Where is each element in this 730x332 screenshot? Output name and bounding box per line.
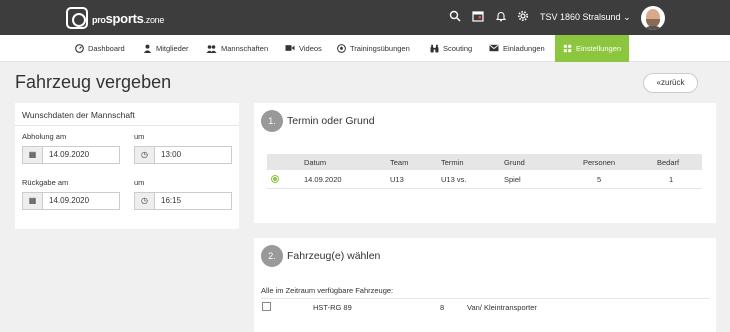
vehicle-type: Van/ Kleintransporter [467,303,537,312]
col-grund: Grund [504,158,525,167]
user-icon [143,44,152,53]
nav-label: Einladungen [503,44,545,53]
nav-item-scouting[interactable]: Scouting [430,35,472,62]
divider [15,125,239,126]
club-selector[interactable]: TSV 1860 Stralsund ⌄ [540,12,631,23]
col-termin: Termin [441,158,464,167]
step1-number: 1. [261,110,283,132]
users-icon [206,44,217,53]
return-time-field[interactable]: ◷ 16:15 [134,192,232,210]
appointment-radio[interactable] [271,175,279,183]
row-divider [261,298,709,299]
cell-personen: 5 [597,175,602,184]
nav-label: Scouting [443,44,473,53]
nav-item-mitglieder[interactable]: Mitglieder [143,35,189,62]
clock-icon: ◷ [135,193,155,209]
appointments-table-header [267,154,702,170]
envelope-icon [489,44,499,53]
nav-label: Einstellungen [576,44,622,53]
step1-title: Termin oder Grund [287,115,375,127]
return-date-label: Rückgabe am [22,178,69,187]
prosports-logo[interactable]: prosports.zone [66,7,164,29]
row-divider [267,188,702,189]
nav-label: Trainingsübungen [350,44,410,53]
logo-text: prosports.zone [92,10,165,26]
wishdates-title: Wunschdaten der Mannschaft [22,110,135,120]
nav-item-videos[interactable]: Videos [285,35,322,62]
col-personen: Personen [583,158,616,167]
available-vehicles-label: Alle im Zeitraum verfügbare Fahrzeuge: [261,286,394,295]
football-icon [337,44,346,53]
return-time-value: 16:15 [161,196,182,205]
wishdates-panel: Wunschdaten der Mannschaft Abholung am u… [15,103,239,229]
nav-item-trainingsuebungen[interactable]: Trainingsübungen [337,35,410,62]
bell-icon[interactable] [494,10,508,24]
avatar[interactable] [641,6,665,30]
vehicle-seats: 8 [440,303,445,312]
nav-label: Mitglieder [156,44,189,53]
binoculars-icon [430,44,439,53]
col-datum: Datum [304,158,327,167]
pickup-time-value: 13:00 [161,150,182,159]
step2-number: 2. [261,245,283,267]
calendar-icon: ▦ [23,193,43,209]
nav-item-einladungen[interactable]: Einladungen [489,35,545,62]
search-icon[interactable] [448,10,462,24]
back-button-label: zurück [660,78,685,87]
col-team: Team [390,158,409,167]
col-bedarf: Bedarf [657,158,680,167]
pickup-time-field[interactable]: ◷ 13:00 [134,146,232,164]
nav-label: Videos [299,44,322,53]
dashboard-icon [75,44,84,53]
pickup-date-field[interactable]: ▦ 14.09.2020 [22,146,120,164]
top-bar: prosports.zone TSV 1860 Stralsund ⌄ [0,0,730,35]
cell-grund: Spiel [504,175,521,184]
back-button[interactable]: «zurück [643,73,698,93]
vehicle-plate: HST-RG 89 [313,303,352,312]
logo-mark-icon [66,7,88,29]
video-icon [285,44,295,53]
cell-bedarf: 1 [669,175,674,184]
nav-item-mannschaften[interactable]: Mannschaften [206,35,268,62]
club-name: TSV 1860 Stralsund [540,12,621,22]
cell-team: U13 [390,175,404,184]
vehicle-checkbox[interactable] [262,302,271,311]
cell-datum: 14.09.2020 [304,175,342,184]
nav-item-einstellungen[interactable]: Einstellungen [555,35,630,62]
pickup-time-label: um [134,132,145,141]
calendar-icon: ▦ [23,147,43,163]
nav-label: Mannschaften [221,44,269,53]
pickup-date-value: 14.09.2020 [49,150,90,159]
gear-icon[interactable] [516,10,530,24]
return-date-value: 14.09.2020 [49,196,90,205]
settings-grid-icon [563,44,572,53]
nav-item-dashboard[interactable]: Dashboard [75,35,125,62]
return-date-field[interactable]: ▦ 14.09.2020 [22,192,120,210]
page-title: Fahrzeug vergeben [15,72,172,92]
chevron-down-icon: ⌄ [623,12,631,22]
calendar-icon[interactable] [471,10,485,24]
clock-icon: ◷ [135,147,155,163]
return-time-label: um [134,178,145,187]
step2-title: Fahrzeug(e) wählen [287,250,381,262]
cell-termin: U13 vs. [441,175,467,184]
pickup-date-label: Abholung am [22,132,67,141]
nav-label: Dashboard [88,44,125,53]
main-nav: Dashboard Mitglieder Mannschaften Videos… [0,35,730,62]
